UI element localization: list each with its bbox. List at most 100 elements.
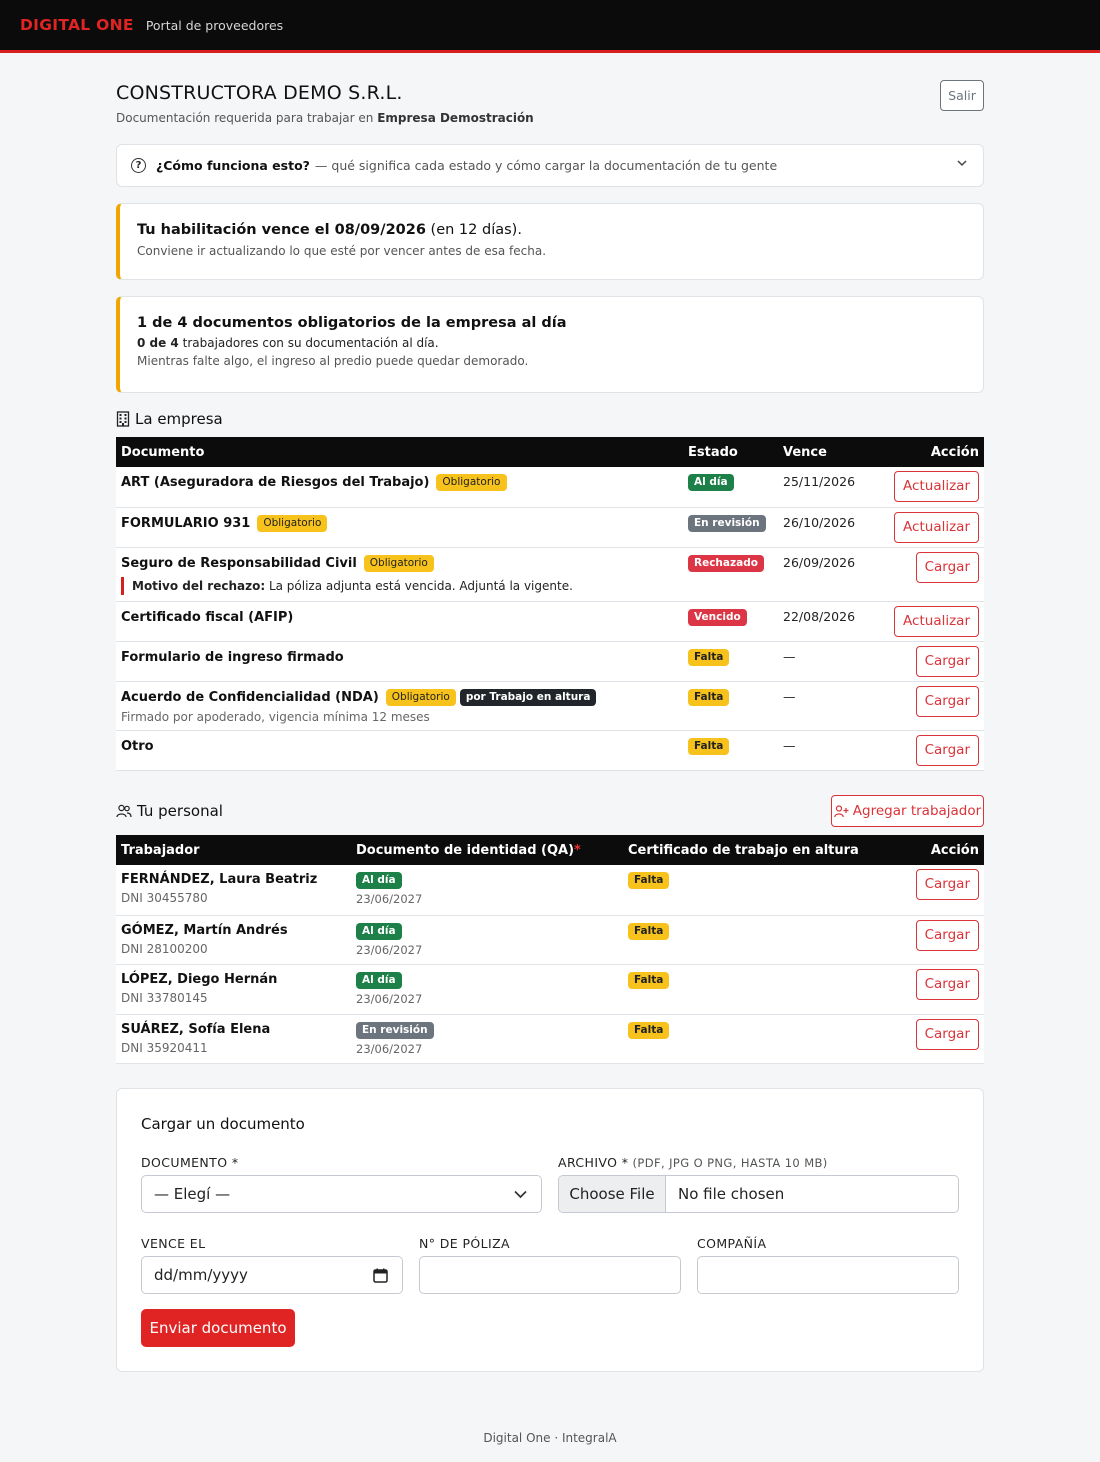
worker-dni: DNI 35920411 [121, 1040, 208, 1055]
upload-button[interactable]: Cargar [915, 685, 979, 717]
building-icon [116, 411, 130, 427]
expiry-alert-title: Tu habilitación vence el 08/09/2026 (en … [137, 222, 522, 238]
question-circle-icon: ? [131, 158, 146, 173]
upload-button[interactable]: Cargar [915, 551, 979, 583]
chevron-down-icon [514, 1190, 527, 1199]
id-expiry-date: 23/06/2027 [356, 991, 423, 1006]
file-input-label: ARCHIVO * (PDF, JPG O PNG, HASTA 10 MB) [558, 1155, 828, 1170]
client-name: Empresa Demostración [377, 111, 534, 125]
status-badge: Falta [688, 737, 730, 755]
insurer-label: COMPAÑÍA [697, 1236, 767, 1251]
table-row: Formulario de ingreso firmado Falta — Ca… [116, 641, 984, 682]
upload-button[interactable]: Cargar [915, 919, 979, 951]
logout-button[interactable]: Salir [940, 80, 984, 111]
upload-form-title: Cargar un documento [141, 1115, 305, 1133]
col-vence: Vence [778, 437, 888, 467]
status-badge: Al día [356, 971, 402, 989]
policy-number-label: N° DE PÓLIZA [419, 1236, 511, 1251]
category-tag: por Trabajo en altura [459, 688, 597, 706]
worker-name: GÓMEZ, Martín Andrés [121, 922, 288, 938]
brand-logo[interactable]: DIGITAL ONE [20, 16, 134, 34]
table-row: FORMULARIO 931 Obligatorio En revisión 2… [116, 507, 984, 548]
person-plus-icon [833, 804, 849, 817]
file-input[interactable]: Choose File No file chosen [558, 1175, 959, 1213]
status-badge: Falta [628, 1021, 670, 1039]
status-alert-title: 1 de 4 documentos obligatorios de la emp… [137, 315, 567, 331]
expiry-date-label: VENCE EL [141, 1236, 206, 1251]
footer-text: Digital One · IntegralA [483, 1431, 617, 1445]
worker-dni: DNI 30455780 [121, 891, 208, 905]
update-button[interactable]: Actualizar [894, 511, 979, 543]
upload-button[interactable]: Cargar [915, 1018, 979, 1050]
status-alert: 1 de 4 documentos obligatorios de la emp… [116, 296, 984, 393]
upload-button[interactable]: Cargar [915, 968, 979, 1000]
worker-name: LÓPEZ, Diego Hernán [121, 971, 278, 987]
submit-document-button[interactable]: Enviar documento [141, 1309, 295, 1347]
add-worker-button[interactable]: Agregar trabajador [831, 795, 984, 827]
document-select[interactable]: — Elegí — [141, 1175, 542, 1213]
status-badge: Falta [628, 922, 670, 940]
status-badge: En revisión [688, 514, 766, 532]
col-accion: Acción [893, 835, 984, 865]
staff-section-title: Tu personal [116, 802, 223, 820]
chevron-down-icon[interactable] [957, 157, 967, 170]
status-alert-workers: 0 de 4 trabajadores con su documentación… [137, 336, 439, 350]
expiry-alert-text: Conviene ir actualizando lo que esté por… [137, 244, 547, 258]
status-badge: En revisión [356, 1021, 434, 1039]
rejection-reason: Motivo del rechazo: La póliza adjunta es… [121, 576, 678, 595]
table-row: ART (Aseguradora de Riesgos del Trabajo)… [116, 467, 984, 508]
expiry-date: — [778, 681, 888, 731]
expiry-date: 26/09/2026 [778, 547, 888, 602]
expiry-alert: Tu habilitación vence el 08/09/2026 (en … [116, 203, 984, 280]
expiry-date-input[interactable]: dd/mm/yyyy [141, 1256, 403, 1294]
help-question: ¿Cómo funciona esto? [156, 158, 310, 173]
status-badge: Falta [688, 688, 730, 706]
company-section-title: La empresa [116, 410, 223, 428]
expiry-date: — [778, 730, 888, 771]
col-documento-identidad: Documento de identidad (QA)* [351, 835, 623, 865]
portal-subtitle: Portal de proveedores [145, 17, 284, 33]
company-title: CONSTRUCTORA DEMO S.R.L. [116, 82, 403, 104]
table-row: GÓMEZ, Martín Andrés DNI 28100200 Al día 2… [116, 915, 984, 965]
obligatorio-badge: Obligatorio [436, 474, 507, 491]
table-row: Acuerdo de Confidencialidad (NDA) Obliga… [116, 681, 984, 731]
help-accordion[interactable]: ? ¿Cómo funciona esto? — qué significa c… [116, 144, 984, 187]
col-accion: Acción [888, 437, 984, 467]
expiry-date: 26/10/2026 [778, 507, 888, 548]
status-badge: Falta [628, 872, 670, 889]
calendar-icon[interactable] [373, 1268, 388, 1283]
choose-file-button[interactable]: Choose File [559, 1176, 666, 1212]
update-button[interactable]: Actualizar [894, 471, 979, 502]
expiry-date: 22/08/2026 [778, 601, 888, 642]
status-badge: Vencido [688, 608, 747, 626]
status-badge: Rechazado [688, 554, 764, 572]
document-note: Firmado por apoderado, vigencia mínima 1… [121, 709, 430, 724]
people-icon [116, 804, 132, 818]
upload-button[interactable]: Cargar [915, 645, 979, 677]
id-expiry-date: 23/06/2027 [356, 892, 423, 906]
help-description: — qué significa cada estado y cómo carga… [314, 158, 778, 173]
policy-number-input[interactable] [419, 1256, 681, 1294]
col-certificado-altura: Certificado de trabajo en altura [623, 835, 893, 865]
table-row: FERNÁNDEZ, Laura Beatriz DNI 30455780 Al … [116, 865, 984, 916]
upload-button[interactable]: Cargar [915, 869, 979, 900]
staff-table: Trabajador Documento de identidad (QA)* … [116, 835, 984, 1064]
status-alert-note: Mientras falte algo, el ingreso al predi… [137, 354, 529, 368]
obligatorio-badge: Obligatorio [385, 688, 456, 706]
id-expiry-date: 23/06/2027 [356, 1041, 423, 1056]
insurer-input[interactable] [697, 1256, 959, 1294]
file-status: No file chosen [678, 1185, 785, 1203]
col-trabajador: Trabajador [116, 835, 351, 865]
worker-name: FERNÁNDEZ, Laura Beatriz [121, 872, 318, 887]
status-badge: Al día [688, 474, 734, 491]
upload-form-card: Cargar un documento DOCUMENTO * — Elegí … [116, 1088, 984, 1372]
col-estado: Estado [683, 437, 778, 467]
worker-dni: DNI 28100200 [121, 941, 208, 956]
table-row: Otro Falta — Cargar [116, 730, 984, 771]
upload-button[interactable]: Cargar [915, 734, 979, 766]
status-badge: Falta [628, 971, 670, 989]
update-button[interactable]: Actualizar [894, 605, 979, 637]
status-badge: Al día [356, 922, 402, 940]
table-row: SUÁREZ, Sofía Elena DNI 35920411 En revis… [116, 1014, 984, 1064]
table-row: LÓPEZ, Diego Hernán DNI 33780145 Al día 23… [116, 964, 984, 1015]
